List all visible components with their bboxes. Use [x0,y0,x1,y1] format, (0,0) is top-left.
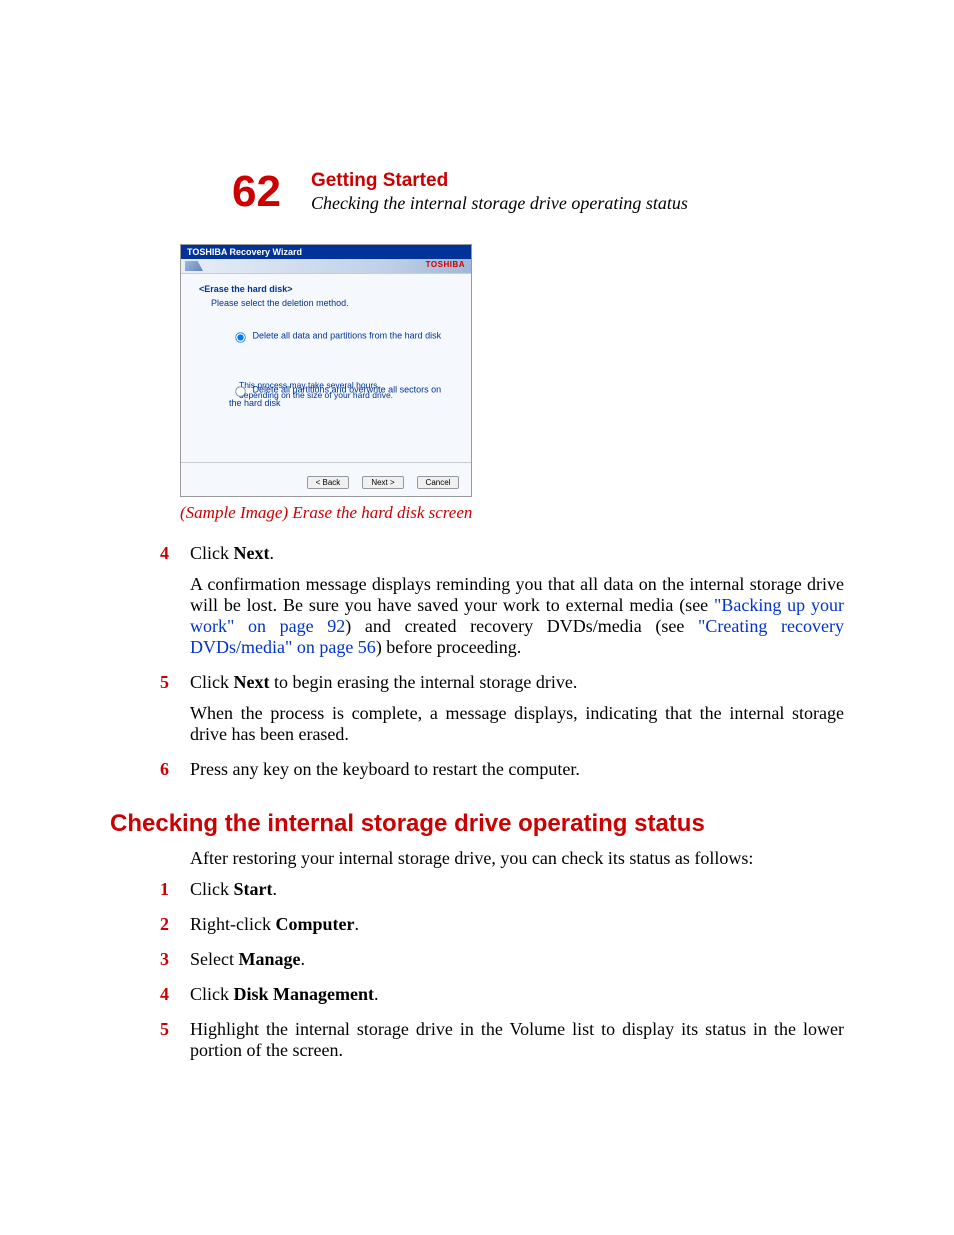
step-number: 2 [160,914,190,945]
radio-label-1: Delete all data and partitions from the … [253,330,442,340]
dialog-section-title: <Erase the hard disk> [199,284,453,294]
dialog-instruction: Please select the deletion method. [211,298,453,308]
chapter-subtitle: Checking the internal storage drive oper… [311,193,688,214]
step-number: 4 [160,984,190,1015]
radio-input-1[interactable] [235,332,245,342]
radio-option-delete-all[interactable]: Delete all data and partitions from the … [229,328,453,344]
step-number: 1 [160,879,190,910]
recovery-wizard-screenshot: TOSHIBA Recovery Wizard TOSHIBA <Erase t… [180,244,472,497]
radio-input-2[interactable] [235,386,245,396]
step-4: 4 Click Next. A confirmation message dis… [110,543,844,668]
back-button[interactable]: < Back [307,476,349,489]
step-number: 4 [160,543,190,668]
step-number: 5 [160,672,190,755]
window-banner: TOSHIBA [181,259,471,274]
section-heading: Checking the internal storage drive oper… [110,810,844,838]
step-number: 5 [160,1019,190,1071]
cancel-button[interactable]: Cancel [417,476,459,489]
brand-label: TOSHIBA [426,260,465,269]
check-step-5: 5 Highlight the internal storage drive i… [110,1019,844,1071]
chapter-title: Getting Started [311,170,688,193]
check-step-4: 4 Click Disk Management. [110,984,844,1015]
next-button[interactable]: Next > [362,476,404,489]
step-number: 6 [160,759,190,790]
step-5: 5 Click Next to begin erasing the intern… [110,672,844,755]
step-number: 3 [160,949,190,980]
dialog-button-row: < Back Next > Cancel [181,462,471,496]
page-number: 62 [232,170,281,214]
step-6: 6 Press any key on the keyboard to resta… [110,759,844,790]
intro-paragraph: After restoring your internal storage dr… [190,848,844,869]
check-step-3: 3 Select Manage. [110,949,844,980]
page-header: 62 Getting Started Checking the internal… [232,170,844,214]
window-titlebar: TOSHIBA Recovery Wizard [181,245,471,259]
figure-caption: (Sample Image) Erase the hard disk scree… [180,503,844,523]
check-step-1: 1 Click Start. [110,879,844,910]
check-step-2: 2 Right-click Computer. [110,914,844,945]
